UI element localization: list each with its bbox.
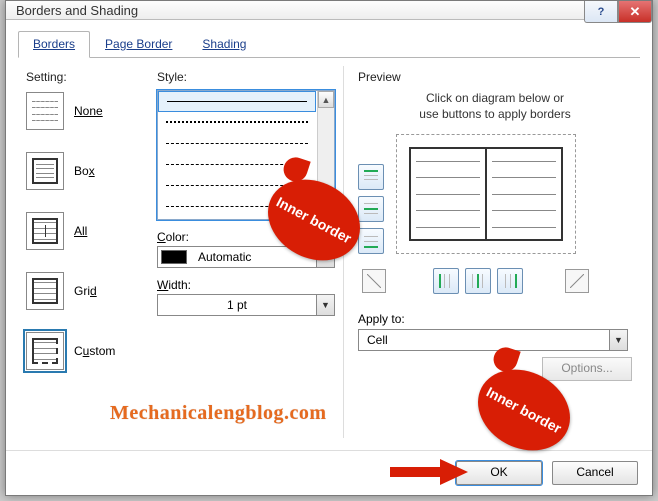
tab-strip: Borders Page Border Shading	[18, 30, 640, 58]
border-top-icon	[363, 169, 379, 185]
setting-none-icon	[26, 92, 64, 130]
setting-box-icon	[26, 152, 64, 190]
setting-grid[interactable]: Grid	[26, 272, 140, 310]
border-diag-down-icon	[367, 274, 381, 288]
border-hmiddle-button[interactable]	[358, 196, 384, 222]
style-heading: Style:	[157, 70, 335, 84]
setting-custom[interactable]: Custom	[26, 332, 140, 370]
tab-page-border-label: Page Border	[105, 37, 172, 51]
preview-hint-line2: use buttons to apply borders	[419, 107, 570, 121]
border-bottom-button[interactable]	[358, 228, 384, 254]
border-diag-down-button[interactable]	[362, 269, 386, 293]
style-row-dash-s[interactable]	[158, 133, 316, 154]
color-swatch-icon	[161, 250, 187, 264]
setting-none-label: None	[74, 104, 103, 118]
cancel-button[interactable]: Cancel	[552, 461, 638, 485]
border-vmiddle-icon	[470, 273, 486, 289]
border-left-icon	[438, 273, 454, 289]
setting-all-label: All	[74, 224, 87, 238]
width-combo[interactable]: 1 pt ▼	[157, 294, 335, 316]
tab-borders[interactable]: Borders	[18, 31, 90, 58]
border-vmiddle-button[interactable]	[465, 268, 491, 294]
settings-heading: Setting:	[26, 70, 140, 84]
border-diag-up-button[interactable]	[565, 269, 589, 293]
setting-custom-icon	[26, 332, 64, 370]
annotation-arrow-icon	[390, 459, 470, 485]
window-title: Borders and Shading	[16, 3, 138, 18]
preview-box-wrap	[396, 134, 576, 260]
setting-none[interactable]: None	[26, 92, 140, 130]
preview-side-buttons	[358, 164, 384, 260]
width-value: 1 pt	[158, 295, 316, 315]
preview-hint: Click on diagram below or use buttons to…	[365, 90, 625, 122]
preview-diagram[interactable]	[396, 134, 576, 254]
border-top-button[interactable]	[358, 164, 384, 190]
preview-bottom-buttons	[362, 268, 632, 294]
border-hmiddle-icon	[363, 201, 379, 217]
tab-shading[interactable]: Shading	[187, 31, 261, 58]
apply-to-dropdown-icon[interactable]: ▼	[609, 330, 627, 350]
border-diag-up-icon	[570, 274, 584, 288]
setting-all-icon	[26, 212, 64, 250]
apply-to-label: Apply to:	[358, 312, 632, 326]
tab-shading-label: Shading	[202, 37, 246, 51]
setting-all[interactable]: All	[26, 212, 140, 250]
apply-to-combo[interactable]: Cell ▼	[358, 329, 628, 351]
scroll-up-icon[interactable]: ▲	[318, 91, 334, 108]
tab-page-border[interactable]: Page Border	[90, 31, 187, 58]
settings-list: None Box All	[26, 92, 140, 370]
style-row-dotted[interactable]	[158, 112, 316, 133]
setting-grid-label: Grid	[74, 284, 97, 298]
width-label: Width:	[157, 278, 335, 292]
annotation-watermark: Mechanicalengblog.com	[110, 402, 327, 425]
dialog-footer: OK Cancel	[6, 450, 652, 495]
preview-heading: Preview	[358, 70, 632, 84]
preview-hint-line1: Click on diagram below or	[426, 91, 564, 105]
border-right-button[interactable]	[497, 268, 523, 294]
options-button: Options...	[542, 357, 632, 381]
settings-column: Setting: None Box	[18, 66, 148, 438]
width-dropdown-icon[interactable]: ▼	[316, 295, 334, 315]
border-left-button[interactable]	[433, 268, 459, 294]
setting-custom-label: Custom	[74, 344, 115, 358]
apply-to-section: Apply to: Cell ▼ Options...	[358, 312, 632, 351]
setting-box-label: Box	[74, 164, 95, 178]
setting-grid-icon	[26, 272, 64, 310]
border-right-icon	[502, 273, 518, 289]
border-bottom-icon	[363, 233, 379, 249]
titlebar: Borders and Shading ? ✕	[6, 1, 652, 20]
tab-borders-label: Borders	[33, 37, 75, 51]
setting-box[interactable]: Box	[26, 152, 140, 190]
apply-to-value: Cell	[359, 330, 609, 350]
preview-area	[358, 134, 632, 260]
style-row-solid[interactable]	[158, 91, 316, 112]
